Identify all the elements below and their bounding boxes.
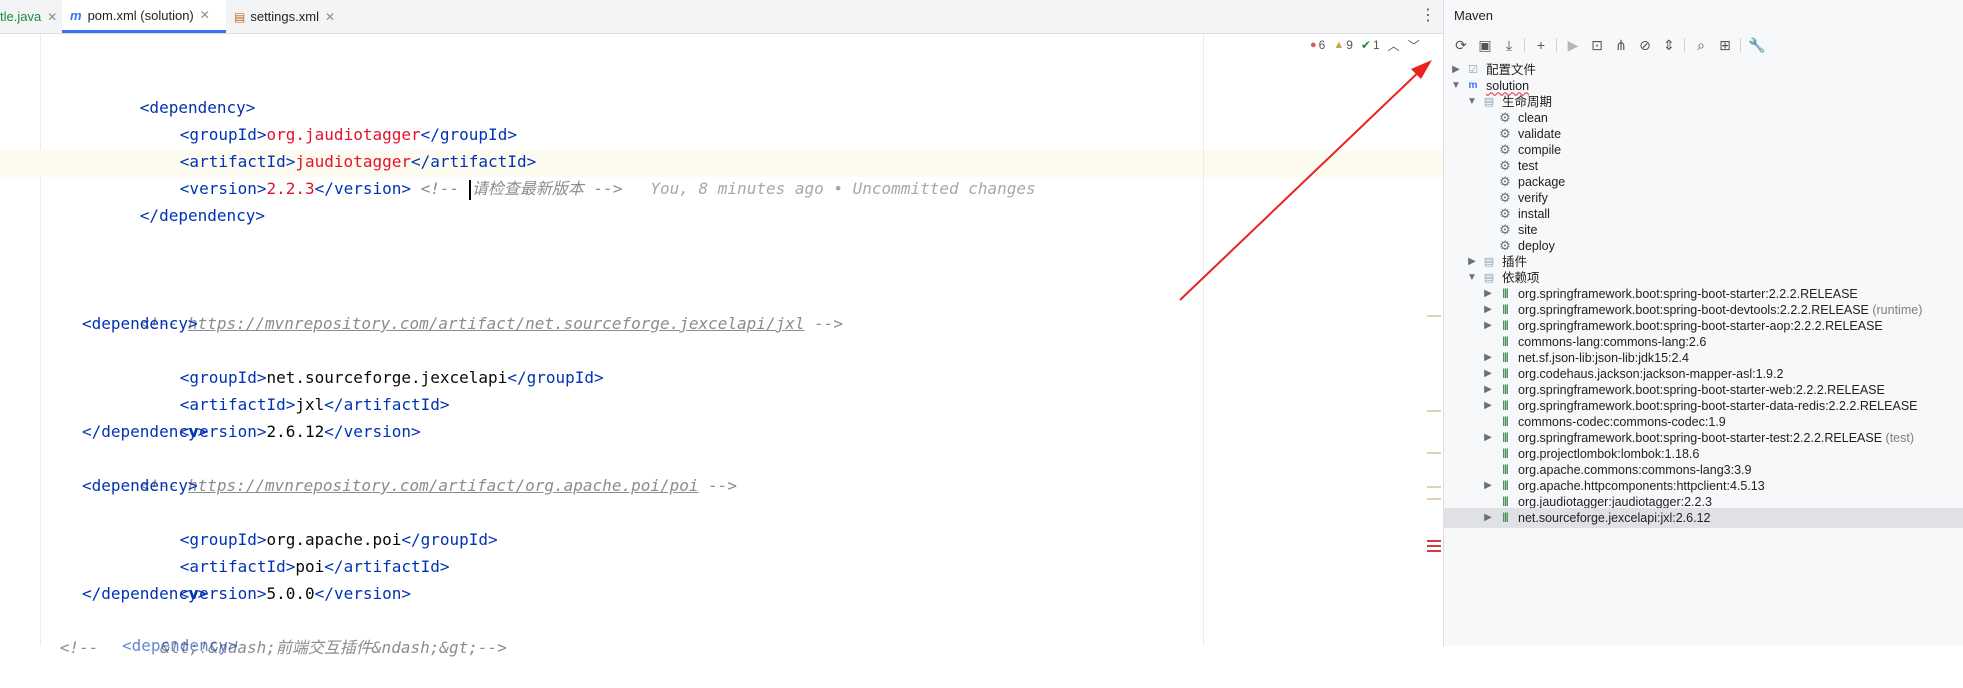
library-icon: |||	[1502, 480, 1508, 491]
code-line: <artifactId>poi</artifactId>	[179, 557, 450, 576]
code-area[interactable]: <dependency> <groupId>org.jaudiotagger</…	[0, 0, 1443, 657]
git-blame-annotation: You, 8 minutes ago • Uncommitted changes	[650, 179, 1036, 198]
code-line: <dependency>	[82, 476, 198, 495]
stripe-mark-error[interactable]	[1427, 550, 1441, 552]
error-stripe[interactable]	[1427, 34, 1441, 646]
code-line: <dependency>	[82, 314, 198, 333]
gear-icon: ⚙	[1499, 206, 1511, 221]
library-icon: |||	[1502, 368, 1508, 379]
code-editor[interactable]: tle.java ✕ m pom.xml (solution) ✕ ▤ sett…	[0, 0, 1443, 657]
stripe-mark[interactable]	[1427, 498, 1441, 500]
comment-link[interactable]: https://mvnrepository.com/artifact/org.a…	[188, 476, 699, 495]
code-comment: <!-- https://mvnrepository.com/artifact/…	[139, 314, 843, 333]
comment-link[interactable]: https://mvnrepository.com/artifact/net.s…	[188, 314, 805, 333]
skip-tests-icon[interactable]: ⊘	[1634, 34, 1656, 56]
library-icon: |||	[1502, 464, 1508, 475]
library-icon: |||	[1502, 448, 1508, 459]
execute-goal-icon[interactable]: ⊡	[1586, 34, 1608, 56]
gear-icon: ⚙	[1499, 158, 1511, 173]
maven-project-icon: m	[1468, 80, 1478, 91]
show-diagram-icon[interactable]: ⊞	[1714, 34, 1736, 56]
panel-title: Maven	[1454, 8, 1494, 23]
stripe-mark-error[interactable]	[1427, 540, 1441, 542]
library-icon: |||	[1502, 512, 1508, 523]
code-comment: <!-- &lt;!&ndash;前端交互插件&ndash;&gt;-->	[59, 638, 507, 657]
collapse-all-icon[interactable]: ⇕	[1658, 34, 1680, 56]
dependencies-folder-icon: ▤	[1483, 272, 1495, 284]
library-icon: |||	[1502, 384, 1508, 395]
dependency-scope: (runtime)	[1868, 303, 1923, 317]
lifecycle-folder-icon: ▤	[1483, 96, 1495, 108]
code-line: </dependency>	[139, 206, 266, 225]
stripe-mark[interactable]	[1427, 452, 1441, 454]
dependency-label: net.sourceforge.jexcelapi:jxl:2.6.12	[1518, 511, 1711, 525]
toolbar-separator	[1556, 38, 1557, 52]
code-line: <groupId>org.jaudiotagger</groupId>	[179, 125, 517, 144]
dependency-item[interactable]: ▶ ||| net.sourceforge.jexcelapi:jxl:2.6.12	[1444, 508, 1963, 528]
code-comment: <!-- https://mvnrepository.com/artifact/…	[139, 476, 738, 495]
library-icon: |||	[1502, 288, 1508, 299]
library-icon: |||	[1502, 400, 1508, 411]
code-line-current: <version>2.2.3</version> <!-- 请检查最新版本 --…	[179, 179, 1036, 200]
maven-toolbar: ⟳ ▣ ⤓ + ▶ ⊡ ⋔ ⊘ ⇕ ⌕ ⊞ 🔧	[1444, 32, 1963, 58]
library-icon: |||	[1502, 336, 1508, 347]
stripe-mark-error[interactable]	[1427, 545, 1441, 547]
dependency-scope: (test)	[1882, 431, 1915, 445]
profiles-icon: ☑	[1468, 64, 1478, 76]
code-line: <groupId>net.sourceforge.jexcelapi</grou…	[179, 368, 604, 387]
maven-tool-window: Maven ⟳ ▣ ⤓ + ▶ ⊡ ⋔ ⊘ ⇕ ⌕ ⊞ 🔧 ▶ ☑ 配置文件 ▼…	[1443, 0, 1963, 646]
maven-tree[interactable]: ▶ ☑ 配置文件 ▼ m solution ▼ ▤ 生命周期 ⚙ clean ⚙ va…	[1444, 60, 1963, 646]
code-line: <dependency>	[139, 98, 256, 117]
wrench-icon[interactable]: 🔧	[1746, 34, 1768, 56]
library-icon: |||	[1502, 320, 1508, 331]
stripe-mark[interactable]	[1427, 315, 1441, 317]
gear-icon: ⚙	[1499, 222, 1511, 237]
download-icon[interactable]: ⤓	[1498, 34, 1520, 56]
library-icon: |||	[1502, 496, 1508, 507]
gear-icon: ⚙	[1499, 110, 1511, 125]
library-icon: |||	[1502, 432, 1508, 443]
analyze-dependencies-icon[interactable]: ⌕	[1690, 34, 1712, 56]
code-line: <artifactId>jaudiotagger</artifactId>	[179, 152, 537, 171]
gear-icon: ⚙	[1499, 126, 1511, 141]
code-line: </dependency>	[82, 422, 208, 441]
stripe-mark[interactable]	[1427, 486, 1441, 488]
code-line: <version>5.0.0</version>	[179, 584, 411, 603]
library-icon: |||	[1502, 304, 1508, 315]
text-caret	[468, 179, 471, 200]
code-line: </dependency>	[82, 584, 208, 603]
toggle-offline-icon[interactable]: ⋔	[1610, 34, 1632, 56]
gear-icon: ⚙	[1499, 174, 1511, 189]
generate-sources-icon[interactable]: ▣	[1474, 34, 1496, 56]
gear-icon: ⚙	[1499, 142, 1511, 157]
toolbar-separator	[1740, 38, 1741, 52]
code-line: <artifactId>jxl</artifactId>	[179, 395, 450, 414]
gear-icon: ⚙	[1499, 238, 1511, 253]
toolbar-separator	[1684, 38, 1685, 52]
stripe-mark[interactable]	[1427, 410, 1441, 412]
library-icon: |||	[1502, 352, 1508, 363]
toolbar-separator	[1524, 38, 1525, 52]
reload-icon[interactable]: ⟳	[1450, 34, 1472, 56]
add-icon[interactable]: +	[1530, 34, 1552, 56]
chevron-right-icon[interactable]: ▶	[1482, 508, 1494, 528]
run-icon[interactable]: ▶	[1562, 34, 1584, 56]
plugins-folder-icon: ▤	[1483, 256, 1495, 268]
gear-icon: ⚙	[1499, 190, 1511, 205]
code-line: <version>2.6.12</version>	[179, 422, 421, 441]
code-line: <groupId>org.apache.poi</groupId>	[179, 530, 498, 549]
library-icon: |||	[1502, 416, 1508, 427]
